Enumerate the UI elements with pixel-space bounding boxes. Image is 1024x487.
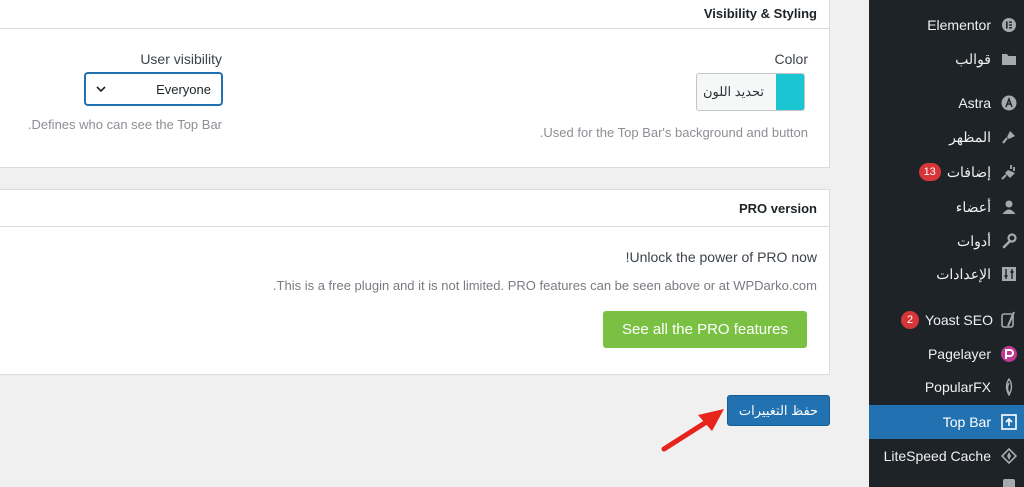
sidebar-item-label: Yoast SEO <box>925 312 993 328</box>
yoast-icon <box>999 310 1019 330</box>
sidebar-item-top-bar[interactable]: Top Bar <box>861 405 1024 439</box>
chevron-down-icon <box>96 86 106 93</box>
red-arrow-annotation <box>661 409 724 452</box>
astra-icon <box>999 93 1019 113</box>
color-picker-label: تحديد اللون <box>703 84 765 99</box>
menu-icon <box>999 474 1019 487</box>
sidebar-item-label: الإعدادات <box>936 265 991 282</box>
user-visibility-label: User visibility <box>140 51 222 67</box>
sidebar-item-pagelayer[interactable]: Pagelayer <box>869 337 1024 371</box>
sidebar-item-label: Astra <box>958 95 991 111</box>
pro-headline: !Unlock the power of PRO now <box>625 249 817 265</box>
sidebar-item-yoast-seo[interactable]: 2 Yoast SEO <box>869 303 1024 337</box>
sidebar-item-templates[interactable]: قوالب <box>869 42 1024 76</box>
user-visibility-help-text: .Defines who can see the Top Bar <box>27 117 222 132</box>
active-indicator <box>861 414 869 430</box>
sidebar-item-label: LiteSpeed Cache <box>883 448 991 464</box>
popularfx-icon <box>999 377 1019 397</box>
sidebar-item-elementor[interactable]: Elementor <box>869 8 1024 42</box>
sidebar-item-popularfx[interactable]: PopularFX <box>869 370 1024 404</box>
sidebar-item-label: Top Bar <box>942 414 991 430</box>
color-help-text: .Used for the Top Bar's background and b… <box>539 125 808 140</box>
color-swatch <box>776 74 804 110</box>
sidebar-item-label: قوالب <box>955 50 991 67</box>
save-changes-button[interactable]: حفظ التغييرات <box>727 395 830 426</box>
panel-title: PRO version <box>0 190 829 227</box>
sidebar-item-astra[interactable]: Astra <box>869 86 1024 120</box>
elementor-icon <box>999 15 1019 35</box>
sidebar-item-label: PopularFX <box>924 379 991 395</box>
pagelayer-icon <box>999 344 1019 364</box>
panel-title: Visibility & Styling <box>0 0 829 29</box>
sidebar-item-plugins[interactable]: 13 إضافات <box>869 155 1024 189</box>
sidebar-item-litespeed-cache[interactable]: LiteSpeed Cache <box>869 439 1024 473</box>
sidebar-item-partial[interactable] <box>869 474 1024 487</box>
sidebar-item-label: إضافات <box>946 163 991 180</box>
sidebar-item-users[interactable]: أعضاء <box>869 190 1024 224</box>
yoast-notification-badge: 2 <box>901 311 920 329</box>
see-pro-features-button[interactable]: See all the PRO features <box>603 311 807 348</box>
litespeed-icon <box>999 446 1019 466</box>
sidebar-item-settings[interactable]: الإعدادات <box>869 257 1024 291</box>
sidebar-item-appearance[interactable]: المظهر <box>869 120 1024 154</box>
sidebar-item-label: المظهر <box>949 128 991 145</box>
user-visibility-select[interactable]: Everyone <box>85 73 222 105</box>
color-picker-button[interactable]: تحديد اللون <box>696 73 805 111</box>
pro-description: .This is a free plugin and it is not lim… <box>272 278 817 293</box>
plugins-icon <box>999 162 1019 182</box>
sidebar-item-tools[interactable]: أدوات <box>869 224 1024 258</box>
sidebar-item-label: أعضاء <box>955 198 991 215</box>
users-icon <box>999 197 1019 217</box>
user-visibility-value: Everyone <box>156 82 211 97</box>
plugins-update-badge: 13 <box>918 163 941 181</box>
sidebar-item-label: Pagelayer <box>927 346 991 362</box>
settings-icon <box>999 264 1019 284</box>
tools-wrench-icon <box>999 231 1019 251</box>
color-label: Color <box>774 51 808 67</box>
folder-icon <box>999 49 1019 69</box>
admin-sidebar: Elementor قوالب Astra المظهر 13 إضافات أ… <box>861 0 1024 487</box>
sidebar-item-label: Elementor <box>927 17 991 33</box>
sidebar-item-label: أدوات <box>957 232 991 249</box>
appearance-brush-icon <box>999 127 1019 147</box>
top-bar-icon <box>999 412 1019 432</box>
